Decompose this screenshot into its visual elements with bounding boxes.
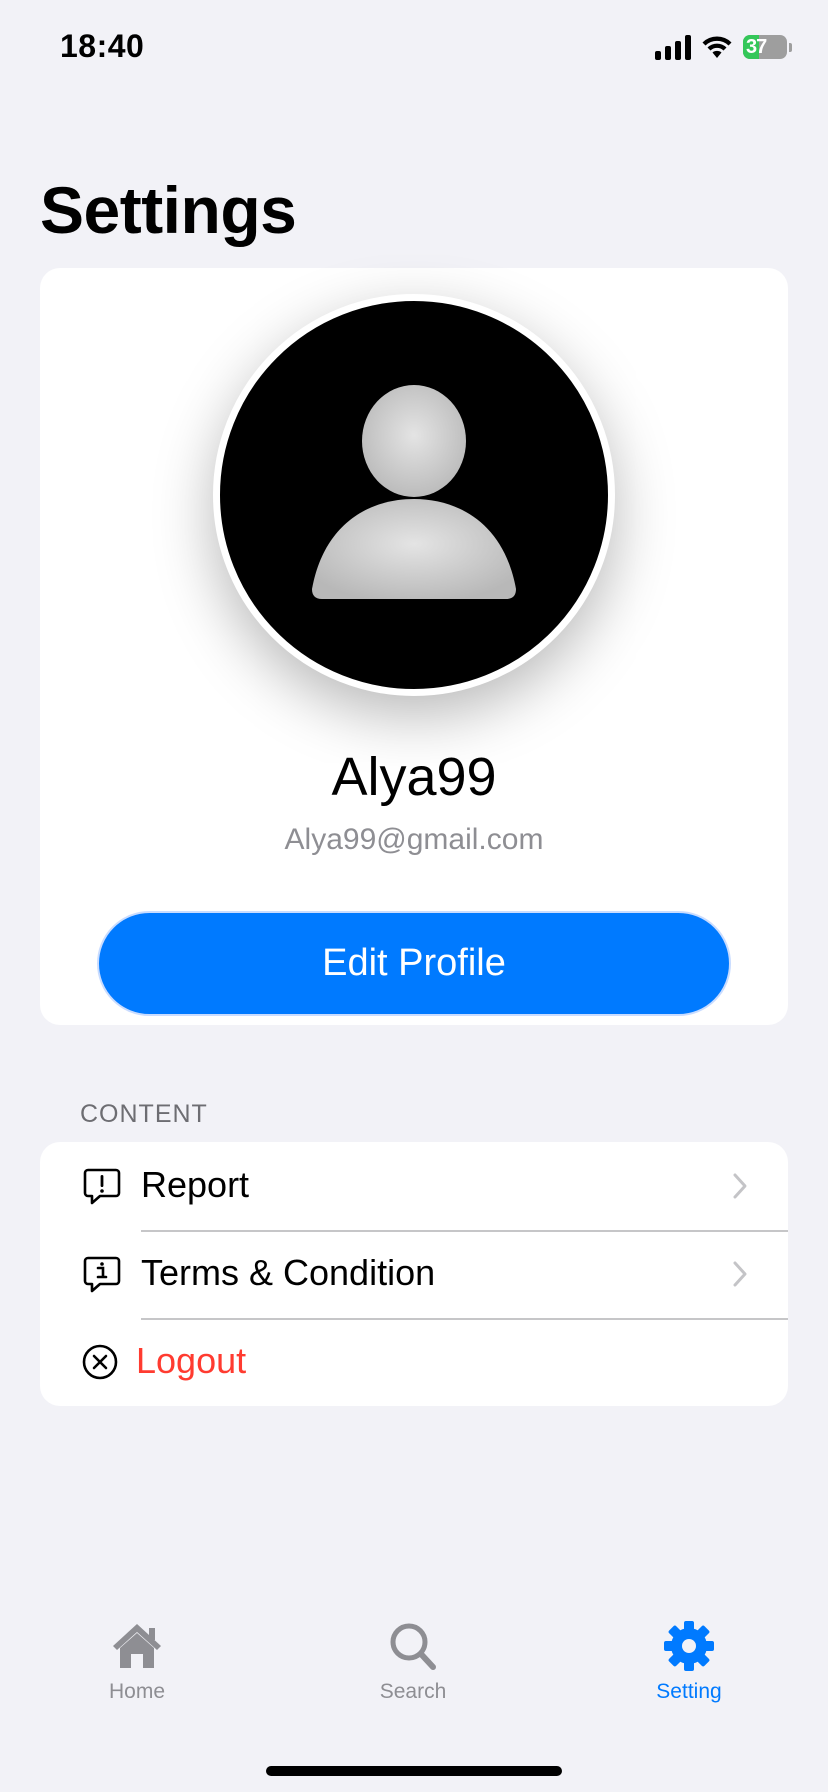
list-item-report[interactable]: Report [40,1142,788,1230]
content-list: Report Terms & Condition Logout [40,1142,788,1406]
tab-bar: Home Search Setting [0,1620,828,1720]
wifi-icon [702,36,732,58]
logout-label: Logout [136,1340,247,1381]
battery-icon: 37 [743,35,787,59]
section-header-content: CONTENT [80,1100,208,1128]
avatar[interactable] [213,294,615,696]
house-icon [113,1624,161,1668]
profile-email: Alya99@gmail.com [284,823,544,856]
home-indicator [266,1766,562,1776]
tab-search[interactable]: Search [333,1620,493,1704]
list-item-label: Terms & Condition [141,1252,436,1293]
info-bubble-icon [83,1256,121,1293]
chevron-right-icon [733,1261,747,1287]
battery-cap [789,42,792,52]
list-item-terms[interactable]: Terms & Condition [40,1230,788,1318]
cellular-signal-icon [655,34,691,60]
gear-icon [664,1621,714,1671]
status-indicators: 37 [655,34,792,60]
tab-label: Home [108,1680,166,1703]
tab-setting[interactable]: Setting [609,1620,769,1704]
status-time: 18:40 [60,28,145,64]
list-item-logout[interactable]: Logout [40,1318,788,1406]
page-title: Settings [40,173,297,247]
search-icon [390,1623,436,1670]
edit-profile-button[interactable]: Edit Profile [97,911,731,1016]
tab-label: Search [379,1680,447,1703]
person-placeholder-icon [312,385,516,599]
tab-home[interactable]: Home [57,1620,217,1704]
profile-username: Alya99 [331,747,497,807]
tab-label: Setting [656,1680,722,1703]
report-bubble-icon [83,1168,121,1205]
battery-level-label: 37 [746,35,767,58]
chevron-right-icon [733,1173,747,1199]
close-circle-icon [82,1344,118,1380]
list-item-label: Report [141,1164,250,1205]
